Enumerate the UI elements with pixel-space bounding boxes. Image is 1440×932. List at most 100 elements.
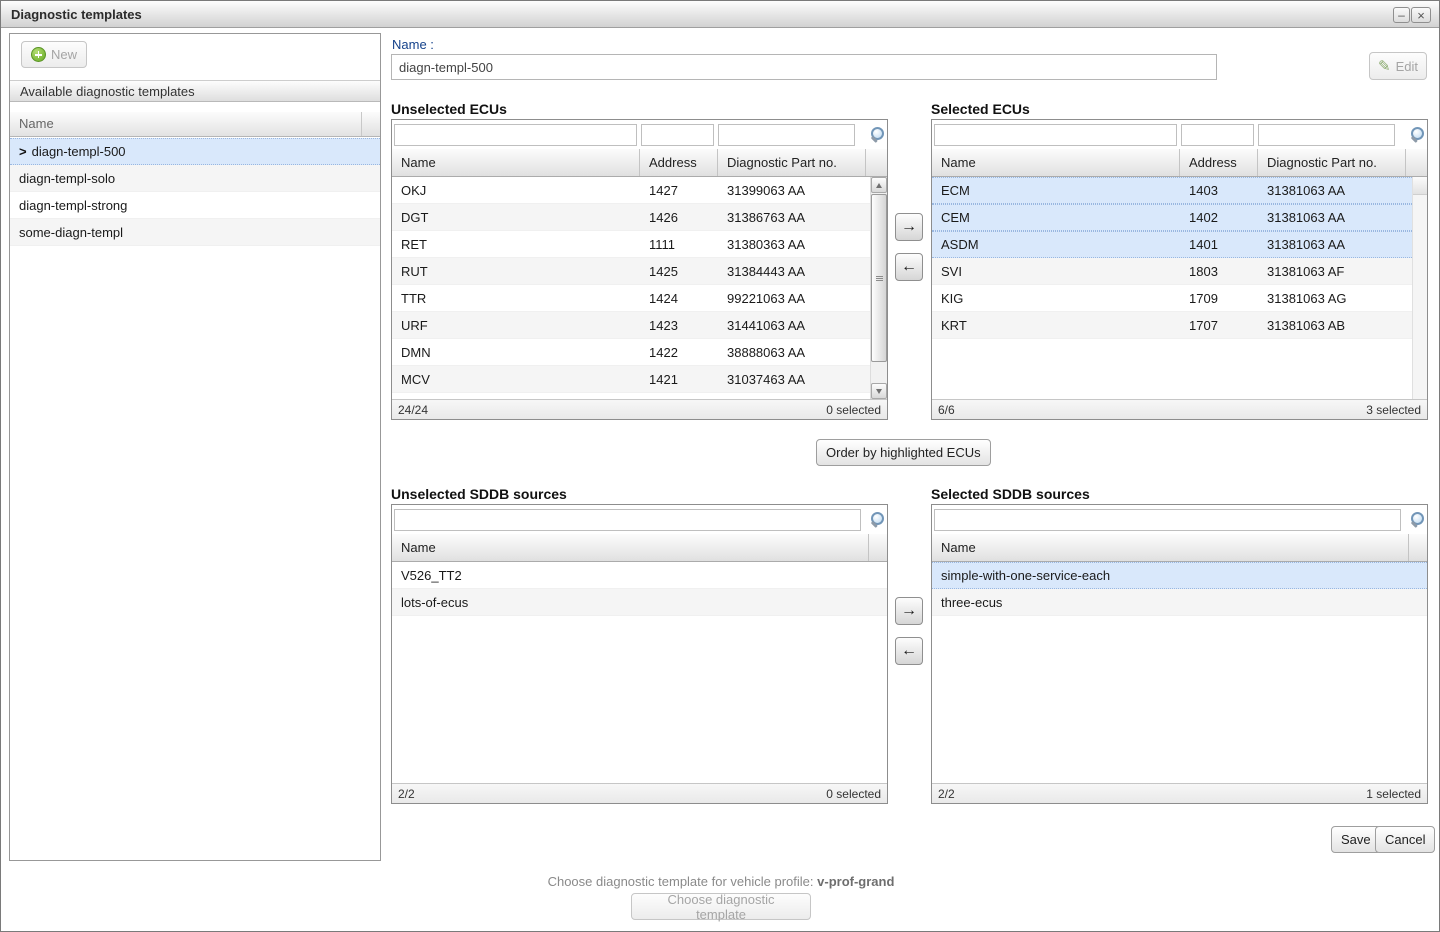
name-cell: RUT — [392, 264, 640, 279]
address-cell: 1427 — [640, 183, 718, 198]
table-row[interactable]: RUT142531384443 AA — [392, 258, 870, 285]
table-row[interactable]: KRT170731381063 AB — [932, 312, 1412, 339]
table-row[interactable]: DGT142631386763 AA — [392, 204, 870, 231]
column-header-name[interactable]: Name — [932, 534, 1409, 561]
filter-address-input[interactable] — [641, 124, 714, 146]
column-header-name[interactable]: Name — [932, 149, 1180, 176]
move-left-button[interactable]: ← — [895, 637, 923, 665]
profile-name: v-prof-grand — [817, 874, 894, 889]
unselected-sddb-footer: 2/2 0 selected — [392, 783, 887, 803]
table-row[interactable]: simple-with-one-service-each — [932, 562, 1427, 589]
address-cell: 1423 — [640, 318, 718, 333]
part-cell: 38888063 AA — [718, 345, 870, 360]
vehicle-profile-prompt: Choose diagnostic template for vehicle p… — [1, 874, 1440, 889]
template-list-item[interactable]: >diagn-templ-500 — [10, 138, 380, 165]
address-cell: 1422 — [640, 345, 718, 360]
name-field-label: Name : — [392, 37, 434, 52]
filter-part-input[interactable] — [1258, 124, 1395, 146]
table-row[interactable]: ASDM140131381063 AA — [932, 231, 1412, 258]
row-count: 24/24 — [398, 403, 428, 417]
edit-button[interactable]: ✎ Edit — [1369, 52, 1427, 80]
selected-sddb-title: Selected SDDB sources — [931, 486, 1090, 502]
part-cell: 31381063 AF — [1258, 264, 1412, 279]
selected-ecus-grid: Name Address Diagnostic Part no. ECM1403… — [931, 119, 1428, 420]
grip-icon — [876, 276, 883, 281]
template-list-item[interactable]: diagn-templ-solo — [10, 165, 380, 192]
name-cell: simple-with-one-service-each — [932, 568, 1427, 583]
close-button[interactable]: × — [1411, 7, 1431, 23]
table-row[interactable]: URF142331441063 AA — [392, 312, 870, 339]
label-cell: diagn-templ-solo — [10, 171, 124, 186]
move-right-button[interactable]: → — [895, 213, 923, 241]
table-row[interactable]: OKJ142731399063 AA — [392, 177, 870, 204]
filter-name-input[interactable] — [394, 124, 637, 146]
column-header-spacer — [1406, 149, 1427, 176]
selection-status: 1 selected — [1366, 787, 1421, 801]
selected-ecus-title: Selected ECUs — [931, 101, 1030, 117]
move-right-button[interactable]: → — [895, 597, 923, 625]
selected-ecus-footer: 6/6 3 selected — [932, 399, 1427, 419]
order-by-highlighted-button[interactable]: Order by highlighted ECUs — [816, 439, 991, 466]
column-header-spacer — [869, 534, 887, 561]
template-list-item[interactable]: some-diagn-templ — [10, 219, 380, 246]
table-row[interactable]: DMN142238888063 AA — [392, 339, 870, 366]
name-cell: RET — [392, 237, 640, 252]
table-row[interactable]: CEM140231381063 AA — [932, 204, 1412, 231]
name-cell: V526_TT2 — [392, 568, 887, 583]
part-cell: 31381063 AA — [1258, 237, 1412, 252]
column-header-name[interactable]: Name — [392, 149, 640, 176]
column-header-address[interactable]: Address — [1180, 149, 1258, 176]
column-header-part[interactable]: Diagnostic Part no. — [718, 149, 866, 176]
unselected-sddb-grid: Name V526_TT2 lots-of-ecus 2/2 0 selected — [391, 504, 888, 804]
selected-ecus-column-headers: Name Address Diagnostic Part no. — [932, 149, 1427, 177]
choose-diagnostic-template-button[interactable]: Choose diagnostic template — [631, 893, 811, 920]
template-name-input[interactable] — [391, 54, 1217, 80]
table-row[interactable]: ECM140331381063 AA — [932, 177, 1412, 204]
save-button[interactable]: Save — [1331, 826, 1381, 853]
part-cell: 31037463 AA — [718, 372, 870, 387]
table-row[interactable]: RET111131380363 AA — [392, 231, 870, 258]
scrollbar-thumb[interactable] — [871, 194, 887, 362]
table-row[interactable]: three-ecus — [932, 589, 1427, 616]
row-count: 2/2 — [398, 787, 415, 801]
template-list-item[interactable]: diagn-templ-strong — [10, 192, 380, 219]
selected-marker: > — [19, 144, 27, 159]
part-cell: 31381063 AB — [1258, 318, 1412, 333]
filter-address-input[interactable] — [1181, 124, 1254, 146]
minimize-button[interactable]: – — [1393, 7, 1410, 23]
part-cell: 31399063 AA — [718, 183, 870, 198]
vertical-scrollbar[interactable] — [870, 177, 887, 399]
table-row[interactable]: TTR142499221063 AA — [392, 285, 870, 312]
filter-name-input[interactable] — [394, 509, 861, 531]
name-column-header[interactable]: Name — [10, 112, 362, 136]
new-template-button[interactable]: New — [21, 41, 87, 68]
selection-status: 0 selected — [826, 787, 881, 801]
table-row[interactable]: V526_TT2 — [392, 562, 887, 589]
prompt-text: Choose diagnostic template for vehicle p… — [548, 874, 814, 889]
part-cell: 31384443 AA — [718, 264, 870, 279]
selected-sddb-column-headers: Name — [932, 534, 1427, 562]
header-spacer — [362, 112, 380, 136]
filter-name-input[interactable] — [934, 509, 1401, 531]
name-cell: MCV — [392, 372, 640, 387]
table-row[interactable]: KIG170931381063 AG — [932, 285, 1412, 312]
address-cell: 1426 — [640, 210, 718, 225]
name-cell: DGT — [392, 210, 640, 225]
column-header-name[interactable]: Name — [392, 534, 869, 561]
move-left-button[interactable]: ← — [895, 253, 923, 281]
scroll-down-button[interactable] — [871, 383, 887, 399]
address-cell: 1707 — [1180, 318, 1258, 333]
pencil-icon: ✎ — [1378, 59, 1391, 74]
scrollbar-track[interactable] — [1412, 177, 1427, 399]
scroll-up-button[interactable] — [871, 177, 887, 193]
cancel-button[interactable]: Cancel — [1375, 826, 1435, 853]
column-header-part[interactable]: Diagnostic Part no. — [1258, 149, 1406, 176]
filter-part-input[interactable] — [718, 124, 855, 146]
table-row[interactable]: MCV142131037463 AA — [392, 366, 870, 393]
table-row[interactable]: lots-of-ecus — [392, 589, 887, 616]
name-cell: TTR — [392, 291, 640, 306]
triangle-down-icon — [876, 389, 882, 394]
column-header-address[interactable]: Address — [640, 149, 718, 176]
table-row[interactable]: SVI180331381063 AF — [932, 258, 1412, 285]
filter-name-input[interactable] — [934, 124, 1177, 146]
